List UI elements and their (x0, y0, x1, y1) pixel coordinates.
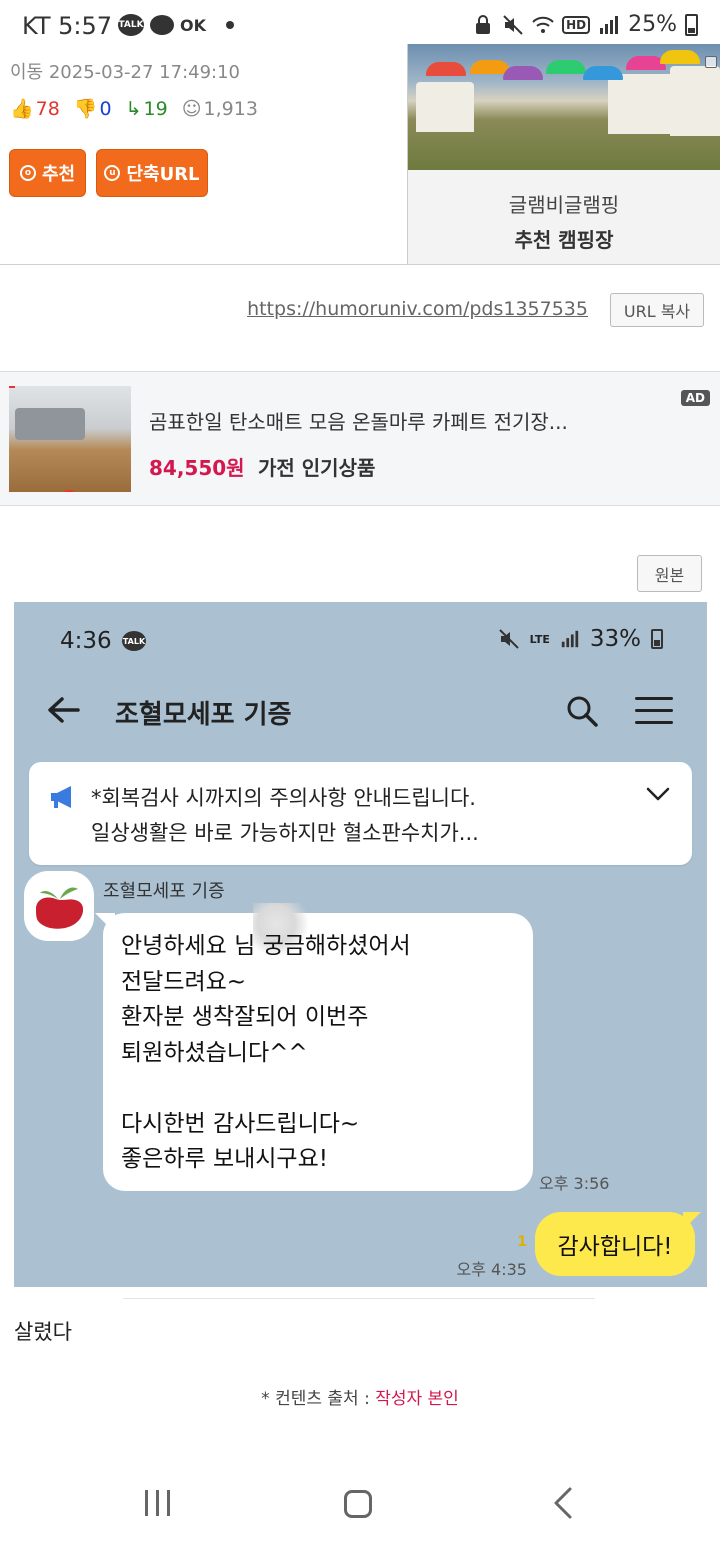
close-icon[interactable] (705, 56, 717, 68)
downvote-value: 0 (99, 98, 112, 120)
notice-line-2: 일상생활은 바로 가능하지만 혈소판수치가... (91, 821, 479, 845)
chat-icon (150, 15, 174, 35)
recommend-circle-icon: o (19, 165, 36, 181)
more-notifications-dot-icon (226, 21, 234, 29)
incoming-message-text: 안녕하세요 님 궁금해하셨어서 전달드려요~ 환자분 생착잘되어 이번주 퇴원하… (121, 933, 411, 1172)
menu-icon (635, 697, 673, 725)
chat-title: 조혈모세포 기증 (115, 700, 292, 730)
url-copy-button[interactable]: URL 복사 (610, 293, 704, 327)
battery-percent: 25% (628, 12, 677, 37)
search-icon (567, 696, 598, 727)
post-url-link[interactable]: https://humoruniv.com/pds1357535 (247, 298, 588, 320)
lock-icon (476, 14, 491, 34)
back-button[interactable] (548, 1486, 578, 1520)
product-title: 곰표한일 탄소매트 모음 온돌마루 카페트 전기장... (149, 410, 568, 434)
screenshot-time: 4:36 (60, 628, 112, 654)
view-count: ☺ 1,913 (182, 98, 258, 120)
content-source: * 컨텐츠 출처 : 작성자 본인 (0, 1384, 720, 1409)
source-author: 작성자 본인 (375, 1389, 459, 1409)
notice-line-1: *회복검사 시까지의 주의사항 안내드립니다. (91, 786, 476, 810)
screenshot-battery-icon (651, 629, 663, 649)
reply-value: 19 (143, 97, 168, 120)
mute-icon (503, 14, 523, 35)
navigation-bar (0, 1460, 720, 1544)
screenshot-talk-icon: TALK (122, 631, 146, 651)
screenshot-mute-icon (498, 629, 519, 649)
thumbs-down-icon: 👎 (73, 98, 98, 120)
megaphone-icon (51, 786, 71, 808)
view-value: 1,913 (203, 97, 258, 120)
face-icon: ☺ (181, 97, 202, 120)
outgoing-time: 오후 4:35 (456, 1260, 527, 1279)
divider (123, 1298, 595, 1299)
original-image-button[interactable]: 원본 (637, 555, 702, 592)
outgoing-message-text: 감사합니다! (557, 1234, 673, 1260)
screenshot-signal-icon (561, 630, 579, 648)
recent-apps-button[interactable] (145, 1490, 170, 1516)
upvote-value: 78 (35, 98, 60, 120)
hd-icon: HD (562, 15, 591, 34)
sender-avatar (24, 871, 94, 941)
upvote-count[interactable]: 👍 78 (10, 97, 60, 120)
short-url-button[interactable]: u 단축URL (96, 149, 208, 197)
chevron-down-icon (646, 787, 670, 801)
product-category: 가전 인기상품 (258, 456, 376, 480)
reply-count: ↳ 19 (126, 98, 168, 120)
incoming-message-bubble: 안녕하세요 님 궁금해하셨어서 전달드려요~ 환자분 생착잘되어 이번주 퇴원하… (103, 903, 533, 1191)
screenshot-battery-percent: 33% (589, 626, 641, 652)
camping-subtitle: 추천 캠핑장 (514, 228, 614, 252)
carrier-time: KT 5:57 (22, 12, 113, 40)
home-button[interactable] (344, 1490, 372, 1518)
short-url-circle-icon: u (104, 165, 121, 181)
screenshot-system-icons: LTE 33% (498, 626, 663, 652)
divider (0, 264, 720, 265)
kakaotalk-icon: TALK (118, 14, 144, 36)
product-ad[interactable]: 곰표한일 탄소매트 모음 온돌마루 카페트 전기장... 84,550원 가전 … (0, 371, 720, 506)
source-prefix: * 컨텐츠 출처 : (261, 1389, 376, 1409)
post-meta: 이동 2025-03-27 17:49:10 (10, 62, 241, 83)
reply-arrow-icon: ↳ (125, 97, 142, 120)
incoming-time: 오후 3:56 (539, 1174, 610, 1193)
vote-stats: 👍 78 👎 0 ↳ 19 ☺ 1,913 (10, 97, 258, 121)
notification-icons: TALK OK (118, 14, 234, 36)
unread-count: 1 (517, 1234, 527, 1250)
recommend-label: 추천 (41, 164, 76, 185)
camping-ad[interactable]: 글램비글램핑 추천 캠핑장 (407, 44, 720, 264)
battery-icon (685, 13, 698, 36)
back-arrow-icon (48, 697, 80, 723)
camping-photo (408, 44, 720, 170)
product-price: 84,550원 (149, 456, 245, 480)
post-body-text: 살렸다 (14, 1320, 72, 1344)
product-image (9, 386, 131, 492)
screenshot-lte-icon: LTE (529, 632, 550, 646)
wifi-icon (532, 16, 554, 33)
short-url-label: 단축URL (126, 164, 200, 185)
thumbs-up-icon: 👍 (10, 98, 34, 120)
outgoing-message-bubble: 감사합니다! (535, 1212, 695, 1276)
sender-name: 조혈모세포 기증 (103, 881, 225, 902)
notice-banner: *회복검사 시까지의 주의사항 안내드립니다. 일상생활은 바로 가능하지만 혈… (29, 762, 692, 865)
ok-cashbag-icon: OK (180, 15, 206, 35)
downvote-count[interactable]: 👎 0 (74, 97, 112, 120)
chat-screenshot[interactable]: 4:36 TALK LTE 33% 조혈모세포 기증 *회복검사 시까지의 주의… (14, 602, 707, 1287)
recommend-button[interactable]: o 추천 (9, 149, 86, 197)
system-icons: HD 25% (472, 12, 698, 37)
ad-badge: AD (680, 390, 710, 406)
signal-icon (600, 15, 619, 34)
camping-title: 글램비글램핑 (508, 193, 620, 217)
